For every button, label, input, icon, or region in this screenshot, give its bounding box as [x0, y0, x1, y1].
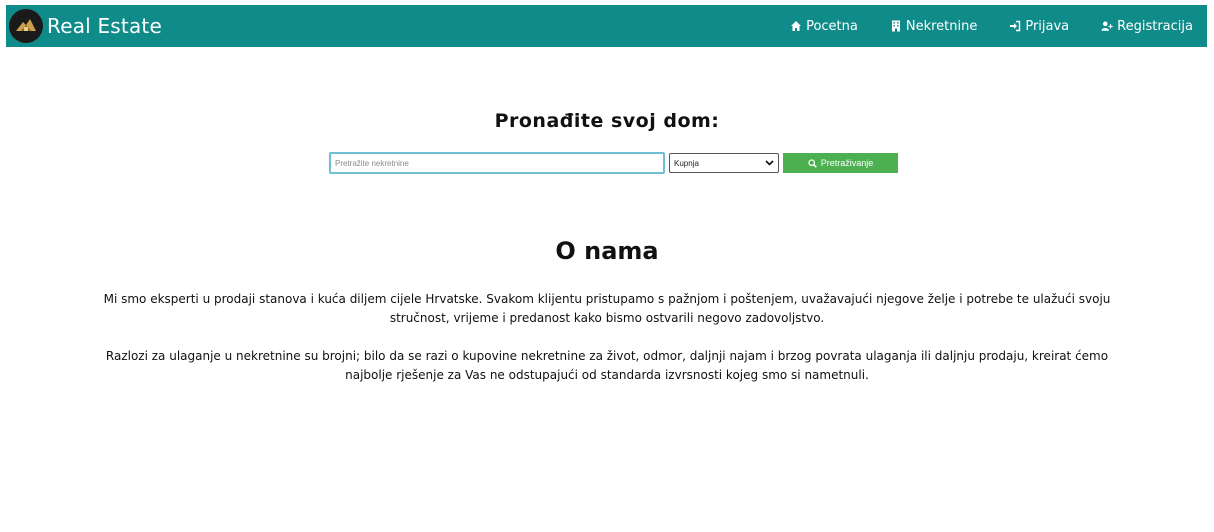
- home-icon: [790, 20, 802, 32]
- user-plus-icon: [1101, 20, 1113, 32]
- nav-label-nekretnine: Nekretnine: [905, 18, 978, 34]
- brand[interactable]: Real Estate: [9, 5, 162, 47]
- nav-item-registracija[interactable]: Registracija: [1101, 19, 1193, 34]
- nav-label-pocetna: Pocetna: [806, 18, 858, 34]
- search-heading: Pronađite svoj dom:: [494, 110, 720, 132]
- nav-label-prijava: Prijava: [1025, 18, 1070, 34]
- about-paragraph-2: Razlozi za ulaganje u nekretnine su broj…: [105, 349, 1109, 382]
- chevron-down-icon: [765, 159, 774, 168]
- nav-links: Pocetna Nekretnine Prijava Registracija: [790, 5, 1207, 47]
- search-button-label: Pretraživanje: [820, 158, 874, 168]
- sign-in-icon: [1009, 20, 1021, 32]
- nav-item-nekretnine[interactable]: Nekretnine: [890, 18, 978, 34]
- nav-item-pocetna[interactable]: Pocetna: [790, 19, 858, 34]
- logo-icon: [9, 9, 43, 43]
- nav-label-registracija: Registracija: [1117, 18, 1193, 34]
- building-icon: [890, 20, 902, 32]
- about-title: O nama: [555, 237, 659, 265]
- about-paragraph-1: Mi smo eksperti u prodaji stanova i kuća…: [103, 292, 1111, 325]
- navbar: Real Estate Pocetna Nekretnine Prijava R…: [6, 5, 1207, 47]
- brand-title: Real Estate: [47, 14, 162, 38]
- search-button[interactable]: Pretraživanje: [783, 153, 898, 173]
- search-icon: [808, 158, 817, 168]
- search-input[interactable]: [329, 152, 665, 174]
- search-form: Kupnja Pretraživanje: [329, 152, 898, 174]
- select-value: Kupnja: [674, 158, 699, 168]
- nav-item-prijava[interactable]: Prijava: [1009, 19, 1069, 34]
- transaction-type-select[interactable]: Kupnja: [669, 153, 779, 173]
